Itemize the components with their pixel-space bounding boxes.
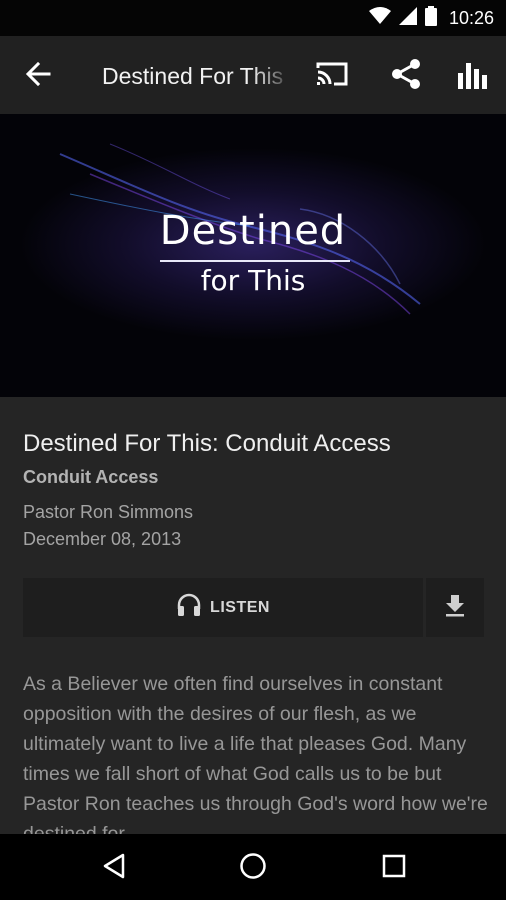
clock: 10:26	[448, 7, 494, 28]
nav-home-button[interactable]	[233, 848, 273, 888]
headphones-icon	[176, 593, 202, 622]
sermon-date: December 08, 2013	[23, 529, 182, 549]
artwork-title: Destined	[159, 208, 347, 254]
back-triangle-icon	[102, 853, 126, 884]
download-icon	[442, 592, 468, 623]
wifi-icon	[368, 6, 391, 30]
sermon-artwork: Destined for This	[0, 114, 506, 397]
stats-button[interactable]	[454, 56, 494, 96]
listen-label: LISTEN	[210, 598, 270, 616]
battery-icon	[424, 5, 437, 31]
home-circle-icon	[239, 852, 267, 885]
artwork-subtitle: for This	[200, 264, 306, 297]
download-button[interactable]	[426, 578, 484, 637]
cast-icon	[314, 60, 350, 93]
artwork-divider	[160, 260, 350, 262]
nav-back-button[interactable]	[94, 848, 134, 888]
sermon-details: Destined For This: Conduit Access Condui…	[0, 397, 506, 834]
cell-signal-icon	[398, 6, 417, 30]
back-arrow-icon	[25, 61, 51, 92]
app-bar-title: Destined For This	[102, 63, 284, 89]
nebula-graphic	[59, 143, 421, 315]
sermon-description: As a Believer we often find ourselves in…	[23, 673, 488, 834]
recents-square-icon	[382, 854, 406, 883]
share-button[interactable]	[386, 56, 426, 96]
series-name: Conduit Access	[23, 467, 159, 487]
app-bar: Destined For This	[0, 36, 506, 114]
share-icon	[389, 57, 423, 96]
cast-button[interactable]	[312, 56, 352, 96]
back-button[interactable]	[22, 60, 54, 92]
sermon-title: Destined For This: Conduit Access	[23, 430, 391, 457]
stats-icon	[457, 59, 491, 94]
speaker-name: Pastor Ron Simmons	[23, 502, 194, 522]
status-bar: 10:26	[0, 0, 506, 36]
listen-button[interactable]: LISTEN	[23, 578, 423, 637]
system-nav-bar	[0, 834, 506, 900]
nav-recents-button[interactable]	[374, 848, 414, 888]
